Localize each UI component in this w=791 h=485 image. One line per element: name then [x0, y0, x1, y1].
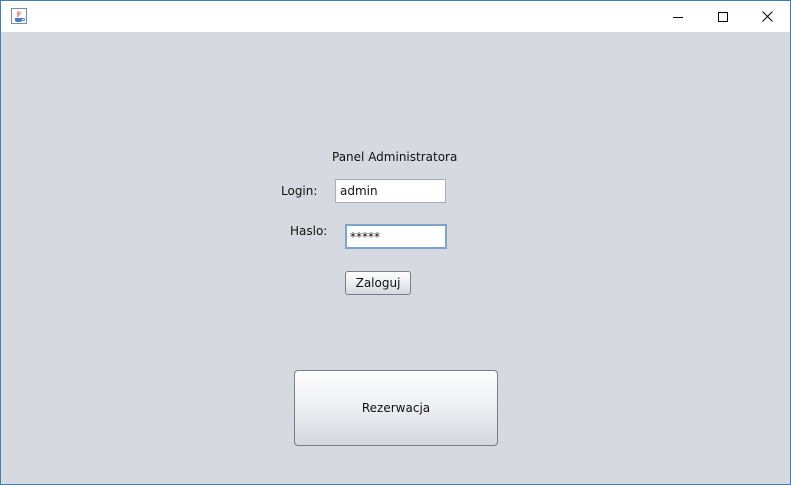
password-label: Haslo:	[290, 224, 328, 238]
login-input[interactable]: admin	[335, 179, 446, 203]
content-panel: Panel Administratora Login: admin Haslo:…	[1, 32, 790, 484]
title-bar[interactable]	[1, 1, 790, 32]
maximize-icon	[717, 11, 728, 22]
password-input[interactable]: *****	[345, 224, 447, 249]
login-button-label: Zaloguj	[355, 276, 401, 290]
app-window: Panel Administratora Login: admin Haslo:…	[0, 0, 791, 485]
login-value: admin	[340, 184, 378, 198]
maximize-button[interactable]	[700, 1, 745, 32]
reservation-button-label: Rezerwacja	[361, 401, 431, 415]
password-value: *****	[350, 229, 380, 244]
minimize-button[interactable]	[655, 1, 700, 32]
close-button[interactable]	[745, 1, 790, 32]
panel-title: Panel Administratora	[332, 150, 458, 164]
login-button[interactable]: Zaloguj	[345, 271, 411, 295]
java-coffee-icon	[11, 8, 27, 24]
close-icon	[762, 11, 773, 22]
login-label: Login:	[281, 184, 318, 198]
reservation-button[interactable]: Rezerwacja	[294, 370, 498, 446]
minimize-icon	[672, 12, 683, 22]
